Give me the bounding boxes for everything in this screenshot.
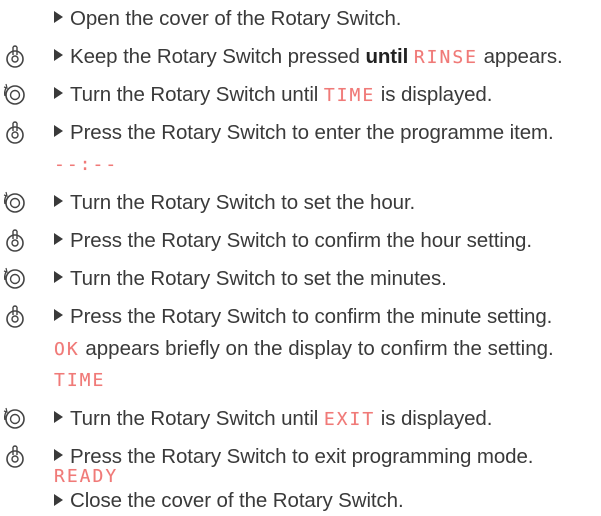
rotate-icon (2, 82, 28, 108)
display-dashes: --:-- (54, 154, 119, 175)
display-line: TIME (0, 366, 601, 396)
step-hold-until-rinse: Keep the Rotary Switch pressed until RIN… (0, 42, 601, 72)
step-enter-programme-item: Press the Rotary Switch to enter the pro… (0, 118, 601, 148)
display-time: TIME (323, 85, 376, 106)
bullet-arrow-icon (54, 233, 63, 245)
step-text: Turn the Rotary Switch until TIME is dis… (70, 83, 493, 106)
ok-note-line: OK appears briefly on the display to con… (0, 334, 601, 364)
press-hand-icon (2, 304, 28, 330)
bullet-arrow-icon (54, 11, 63, 23)
bullet-arrow-icon (54, 125, 63, 137)
display-line: --:-- (0, 150, 601, 180)
ok-note: OK appears briefly on the display to con… (54, 337, 554, 360)
step-close-cover: Close the cover of the Rotary Switch. (0, 488, 601, 516)
bullet-arrow-icon (54, 271, 63, 283)
rotate-icon (2, 406, 28, 432)
press-hand-icon (2, 120, 28, 146)
step-text: Press the Rotary Switch to enter the pro… (70, 121, 554, 144)
bullet-arrow-icon (54, 87, 63, 99)
press-hand-icon (2, 44, 28, 70)
step-text: Press the Rotary Switch to confirm the m… (70, 305, 553, 328)
step-text: Turn the Rotary Switch to set the minute… (70, 267, 447, 290)
display-ready: READY (54, 466, 119, 487)
step-confirm-minutes: Press the Rotary Switch to confirm the m… (0, 302, 601, 332)
display-line: READY (0, 464, 601, 490)
step-text: Open the cover of the Rotary Switch. (70, 7, 402, 30)
step-text: Turn the Rotary Switch to set the hour. (70, 191, 416, 214)
step-open-cover: Open the cover of the Rotary Switch. (0, 4, 601, 34)
display-exit: EXIT (323, 409, 376, 430)
step-text: Press the Rotary Switch to confirm the h… (70, 229, 532, 252)
step-turn-until-exit: Turn the Rotary Switch until EXIT is dis… (0, 404, 601, 434)
step-set-minutes: Turn the Rotary Switch to set the minute… (0, 264, 601, 294)
step-text: Close the cover of the Rotary Switch. (70, 489, 404, 512)
step-text: Keep the Rotary Switch pressed until RIN… (70, 45, 563, 68)
press-hand-icon (2, 228, 28, 254)
display-time-2: TIME (54, 370, 106, 391)
step-text: Turn the Rotary Switch until EXIT is dis… (70, 407, 493, 430)
bullet-arrow-icon (54, 494, 63, 506)
bullet-arrow-icon (54, 449, 63, 461)
display-rinse: RINSE (413, 47, 479, 68)
rotate-icon (2, 190, 28, 216)
bullet-arrow-icon (54, 309, 63, 321)
bold-until: until (365, 45, 409, 68)
display-ok: OK (54, 339, 80, 360)
bullet-arrow-icon (54, 49, 63, 61)
bullet-arrow-icon (54, 411, 63, 423)
bullet-arrow-icon (54, 195, 63, 207)
rotate-icon (2, 266, 28, 292)
step-confirm-hour: Press the Rotary Switch to confirm the h… (0, 226, 601, 256)
step-turn-until-time: Turn the Rotary Switch until TIME is dis… (0, 80, 601, 110)
step-set-hour: Turn the Rotary Switch to set the hour. (0, 188, 601, 218)
